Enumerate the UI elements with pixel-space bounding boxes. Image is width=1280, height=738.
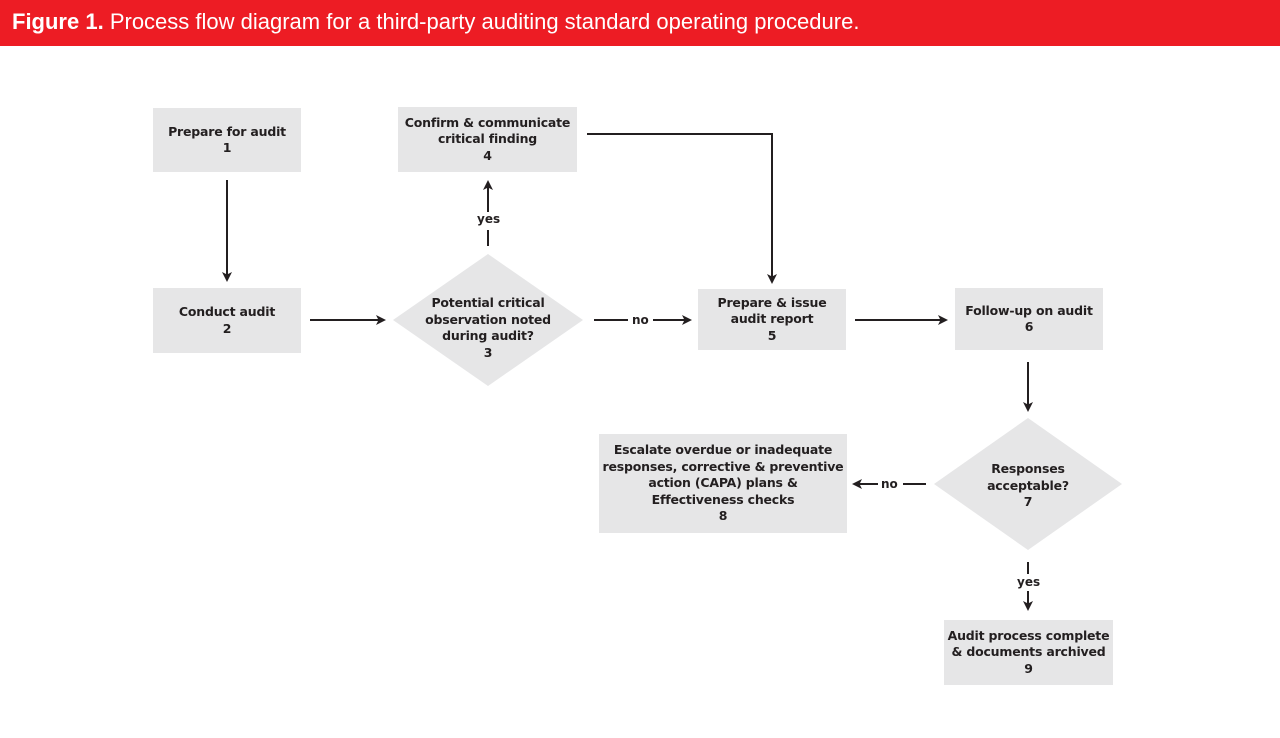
node-4-line-2: critical finding [437, 131, 538, 147]
process-node-6: Follow-up on audit 6 [955, 288, 1103, 350]
node-5-number: 5 [767, 327, 777, 343]
process-node-8: Escalate overdue or inadequate responses… [599, 434, 847, 533]
decision-node-3-text: Potential critical observation noted dur… [400, 286, 576, 370]
node-1-text: Prepare for audit [168, 123, 286, 139]
edge-label-yes-7-9: yes [1017, 575, 1041, 589]
node-9-line-2: & documents archived [951, 644, 1106, 660]
node-8-number: 8 [718, 508, 728, 524]
node-2-text: Conduct audit [178, 304, 276, 319]
process-node-5: Prepare & issue audit report 5 [698, 289, 846, 350]
edge-4-5 [587, 133, 777, 284]
process-node-2: Conduct audit 2 [153, 288, 301, 353]
node-2-number: 2 [222, 320, 232, 336]
process-node-9: Audit process complete & documents archi… [944, 620, 1113, 685]
node-7-line-1: Responses [991, 461, 1065, 477]
node-6-line-1: Follow-up on audit [965, 302, 1093, 318]
node-3-line-2: observation noted [425, 311, 551, 327]
node-5-line-1: Prepare & issue [717, 294, 827, 310]
decision-node-7-text: Responses acceptable? 7 [960, 458, 1096, 514]
edge-label-no-7-8: no [881, 477, 898, 491]
node-3-number: 3 [483, 344, 493, 360]
process-node-1: Prepare for audit 1 [153, 108, 301, 172]
node-3-line-3: during audit? [442, 328, 534, 343]
node-9-line-1: Audit process complete [947, 627, 1110, 643]
node-8-line-1: Escalate overdue or inadequate [613, 442, 833, 458]
process-node-4: Confirm & communicate critical finding 4 [398, 107, 577, 172]
node-8-line-4: Effectiveness checks [651, 491, 795, 507]
edge-label-yes-3-4: yes [477, 212, 501, 226]
node-3-line-1: Potential critical [431, 295, 545, 310]
node-7-line-2: acceptable? [987, 477, 1069, 493]
node-4-number: 4 [483, 147, 492, 163]
edge-label-no-3-5: no [632, 313, 649, 327]
node-8-line-2: responses, corrective & preventive [602, 458, 844, 474]
node-8-line-3: action (CAPA) plans & [648, 475, 798, 491]
node-1-number: 1 [222, 140, 232, 155]
node-7-number: 7 [1023, 494, 1033, 510]
node-5-line-2: audit report [730, 311, 814, 327]
node-9-number: 9 [1024, 660, 1033, 676]
node-6-number: 6 [1024, 319, 1034, 334]
node-4-line-1: Confirm & communicate [404, 114, 571, 130]
